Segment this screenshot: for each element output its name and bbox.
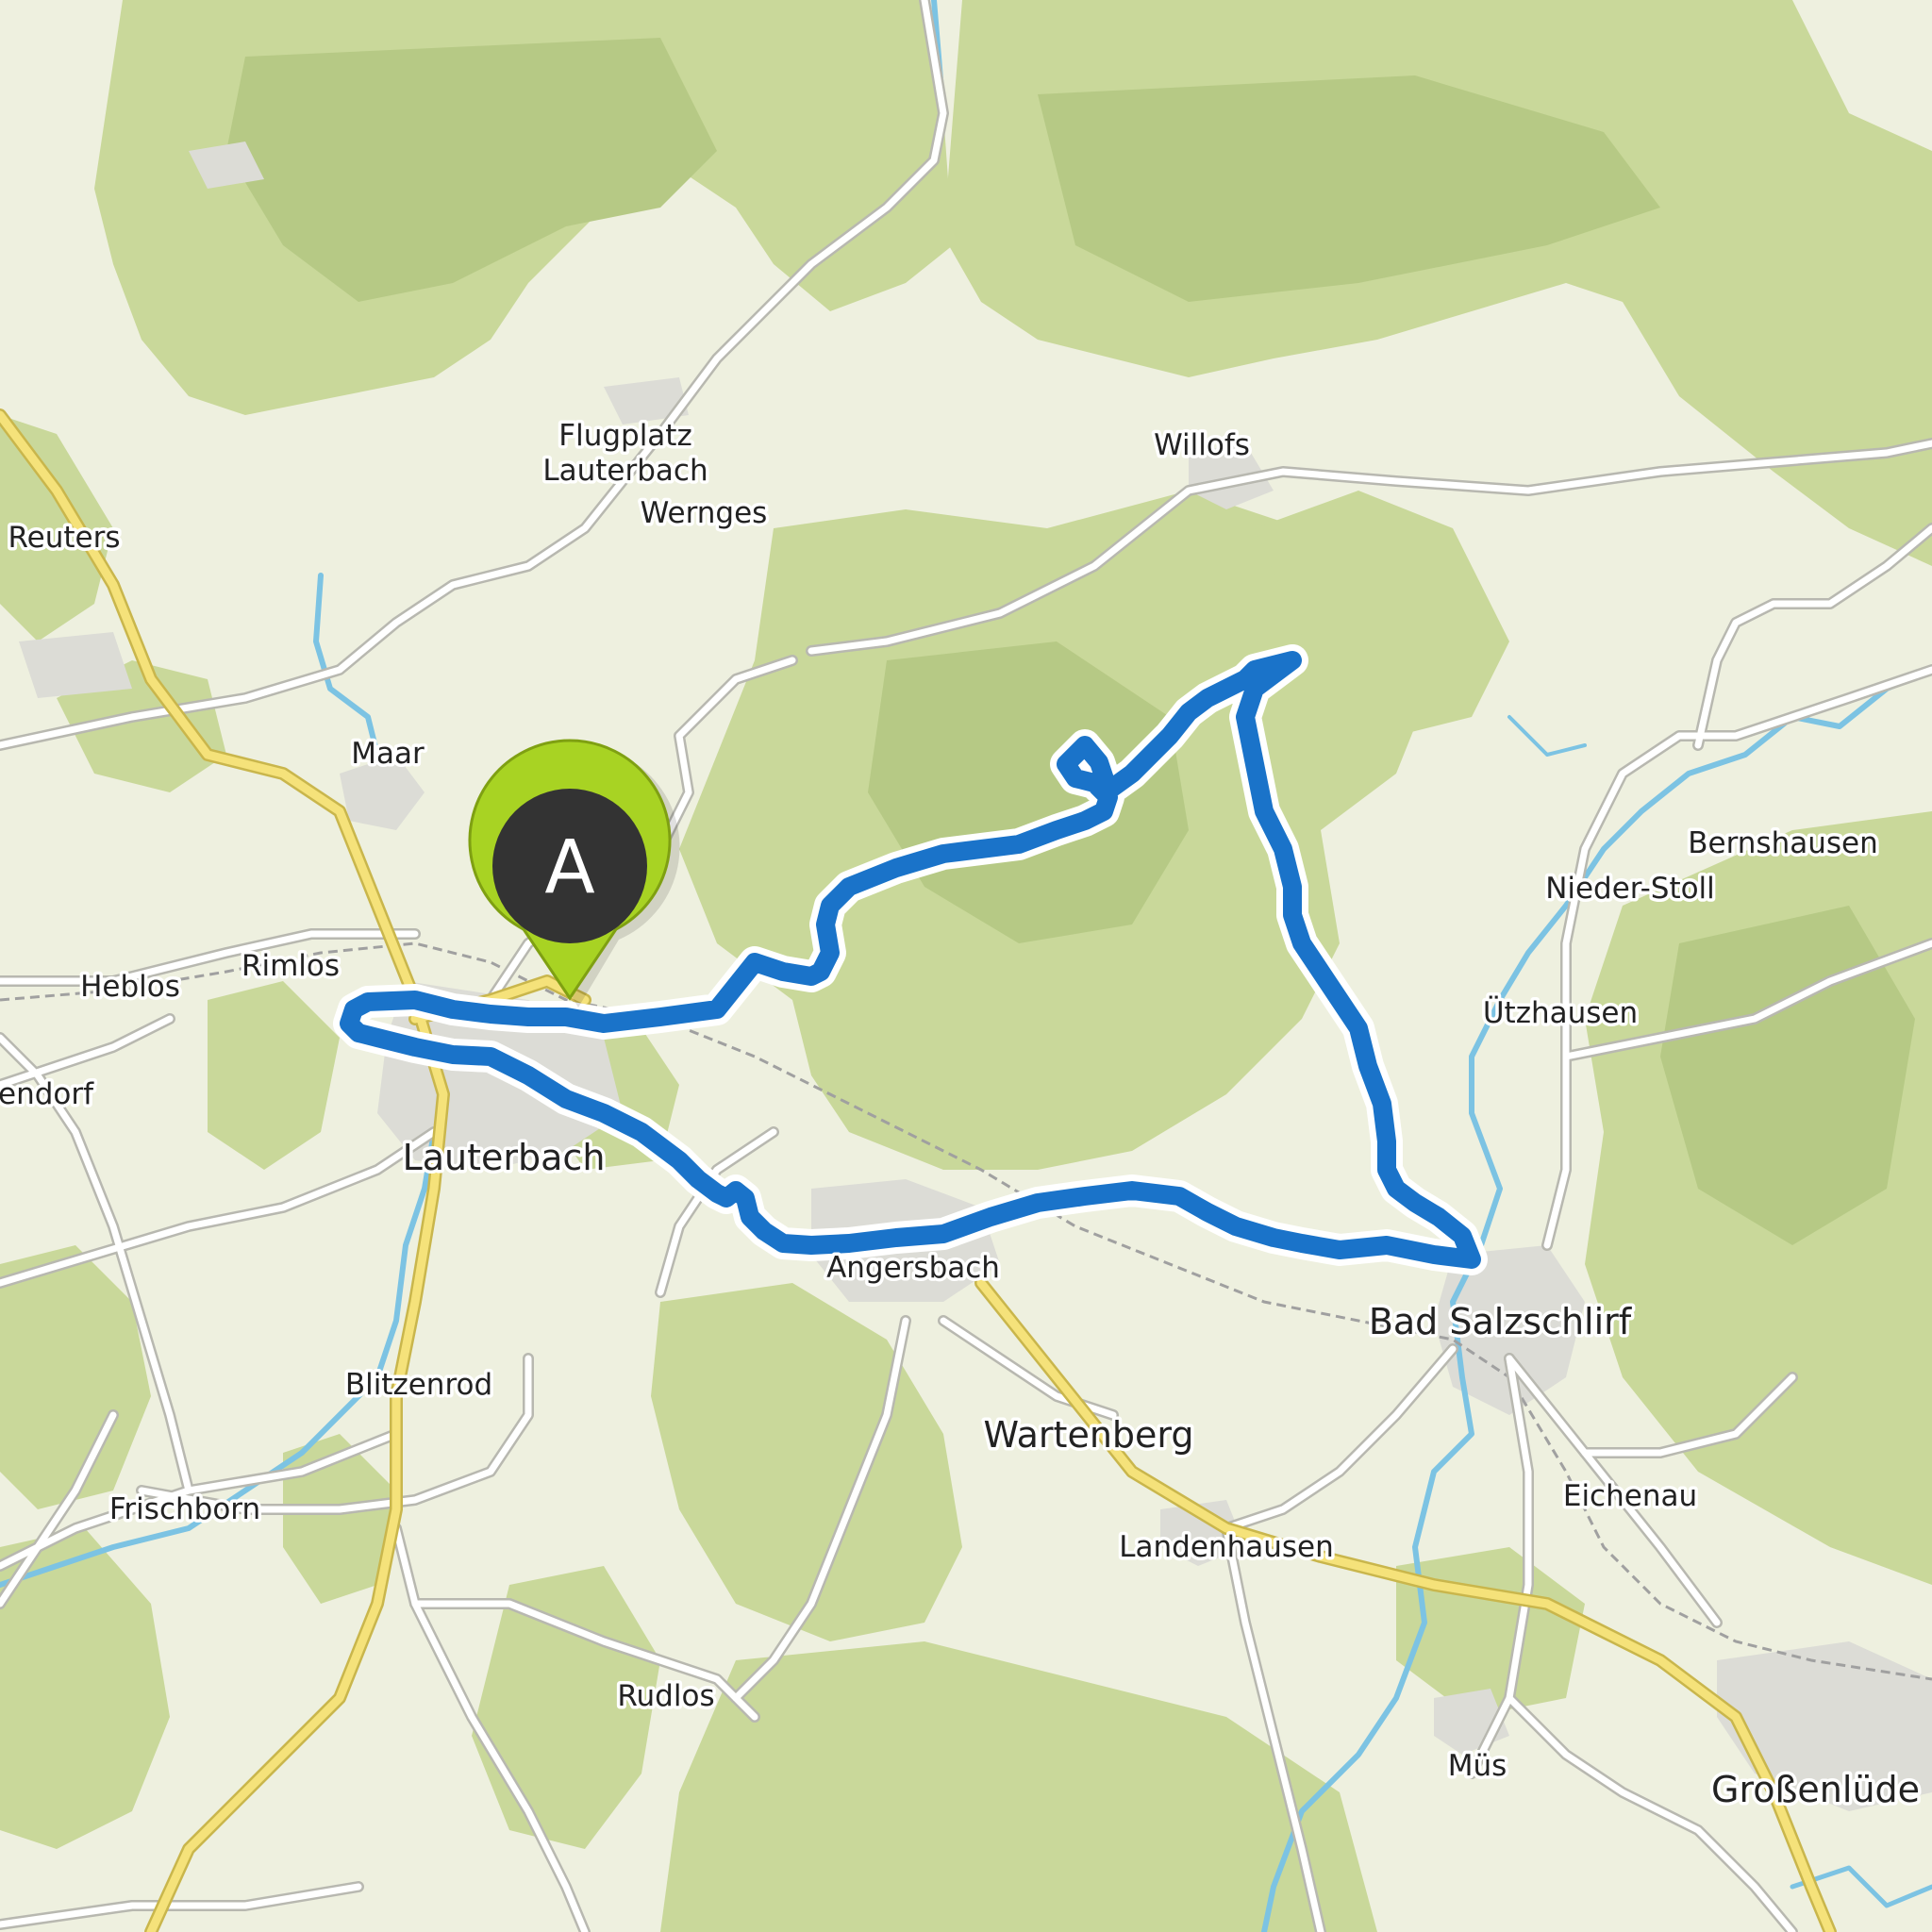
place-label-rimlos: Rimlos bbox=[242, 949, 340, 983]
place-label-heblos: Heblos bbox=[80, 970, 180, 1004]
place-label-bad-salzschlirf: Bad Salzschlirf bbox=[1369, 1301, 1633, 1342]
place-label-lauterbach: Lauterbach bbox=[403, 1137, 606, 1178]
map-canvas[interactable]: Flugplatz Lauterbach Wernges Willofs Reu… bbox=[0, 0, 1932, 1932]
place-label-mus: Müs bbox=[1448, 1749, 1507, 1783]
place-label-endorf: endorf bbox=[0, 1077, 94, 1111]
place-label-bernshausen: Bernshausen bbox=[1688, 826, 1878, 860]
place-label-blitzenrod: Blitzenrod bbox=[345, 1368, 492, 1402]
marker-label: A bbox=[544, 825, 594, 910]
place-label-willofs: Willofs bbox=[1154, 428, 1250, 462]
place-label-grossenluder: Großenlüde bbox=[1711, 1769, 1920, 1810]
map-view[interactable]: Flugplatz Lauterbach Wernges Willofs Reu… bbox=[0, 0, 1932, 1932]
place-label-flugplatz-lauterbach: Lauterbach bbox=[542, 454, 708, 488]
place-label-rudlos: Rudlos bbox=[617, 1679, 714, 1713]
place-label-flugplatz: Flugplatz bbox=[558, 419, 691, 453]
place-label-eichenau: Eichenau bbox=[1563, 1479, 1697, 1513]
place-label-landenhausen: Landenhausen bbox=[1119, 1530, 1333, 1564]
place-label-utzhausen: Ützhausen bbox=[1483, 995, 1638, 1030]
place-label-wartenberg: Wartenberg bbox=[984, 1414, 1194, 1456]
place-label-frischborn: Frischborn bbox=[109, 1492, 260, 1526]
place-label-wernges: Wernges bbox=[641, 496, 768, 530]
place-label-angersbach: Angersbach bbox=[826, 1251, 1000, 1285]
place-label-nieder-stoll: Nieder-Stoll bbox=[1545, 872, 1715, 906]
place-label-maar: Maar bbox=[351, 737, 425, 771]
place-label-reuters: Reuters bbox=[8, 521, 121, 555]
